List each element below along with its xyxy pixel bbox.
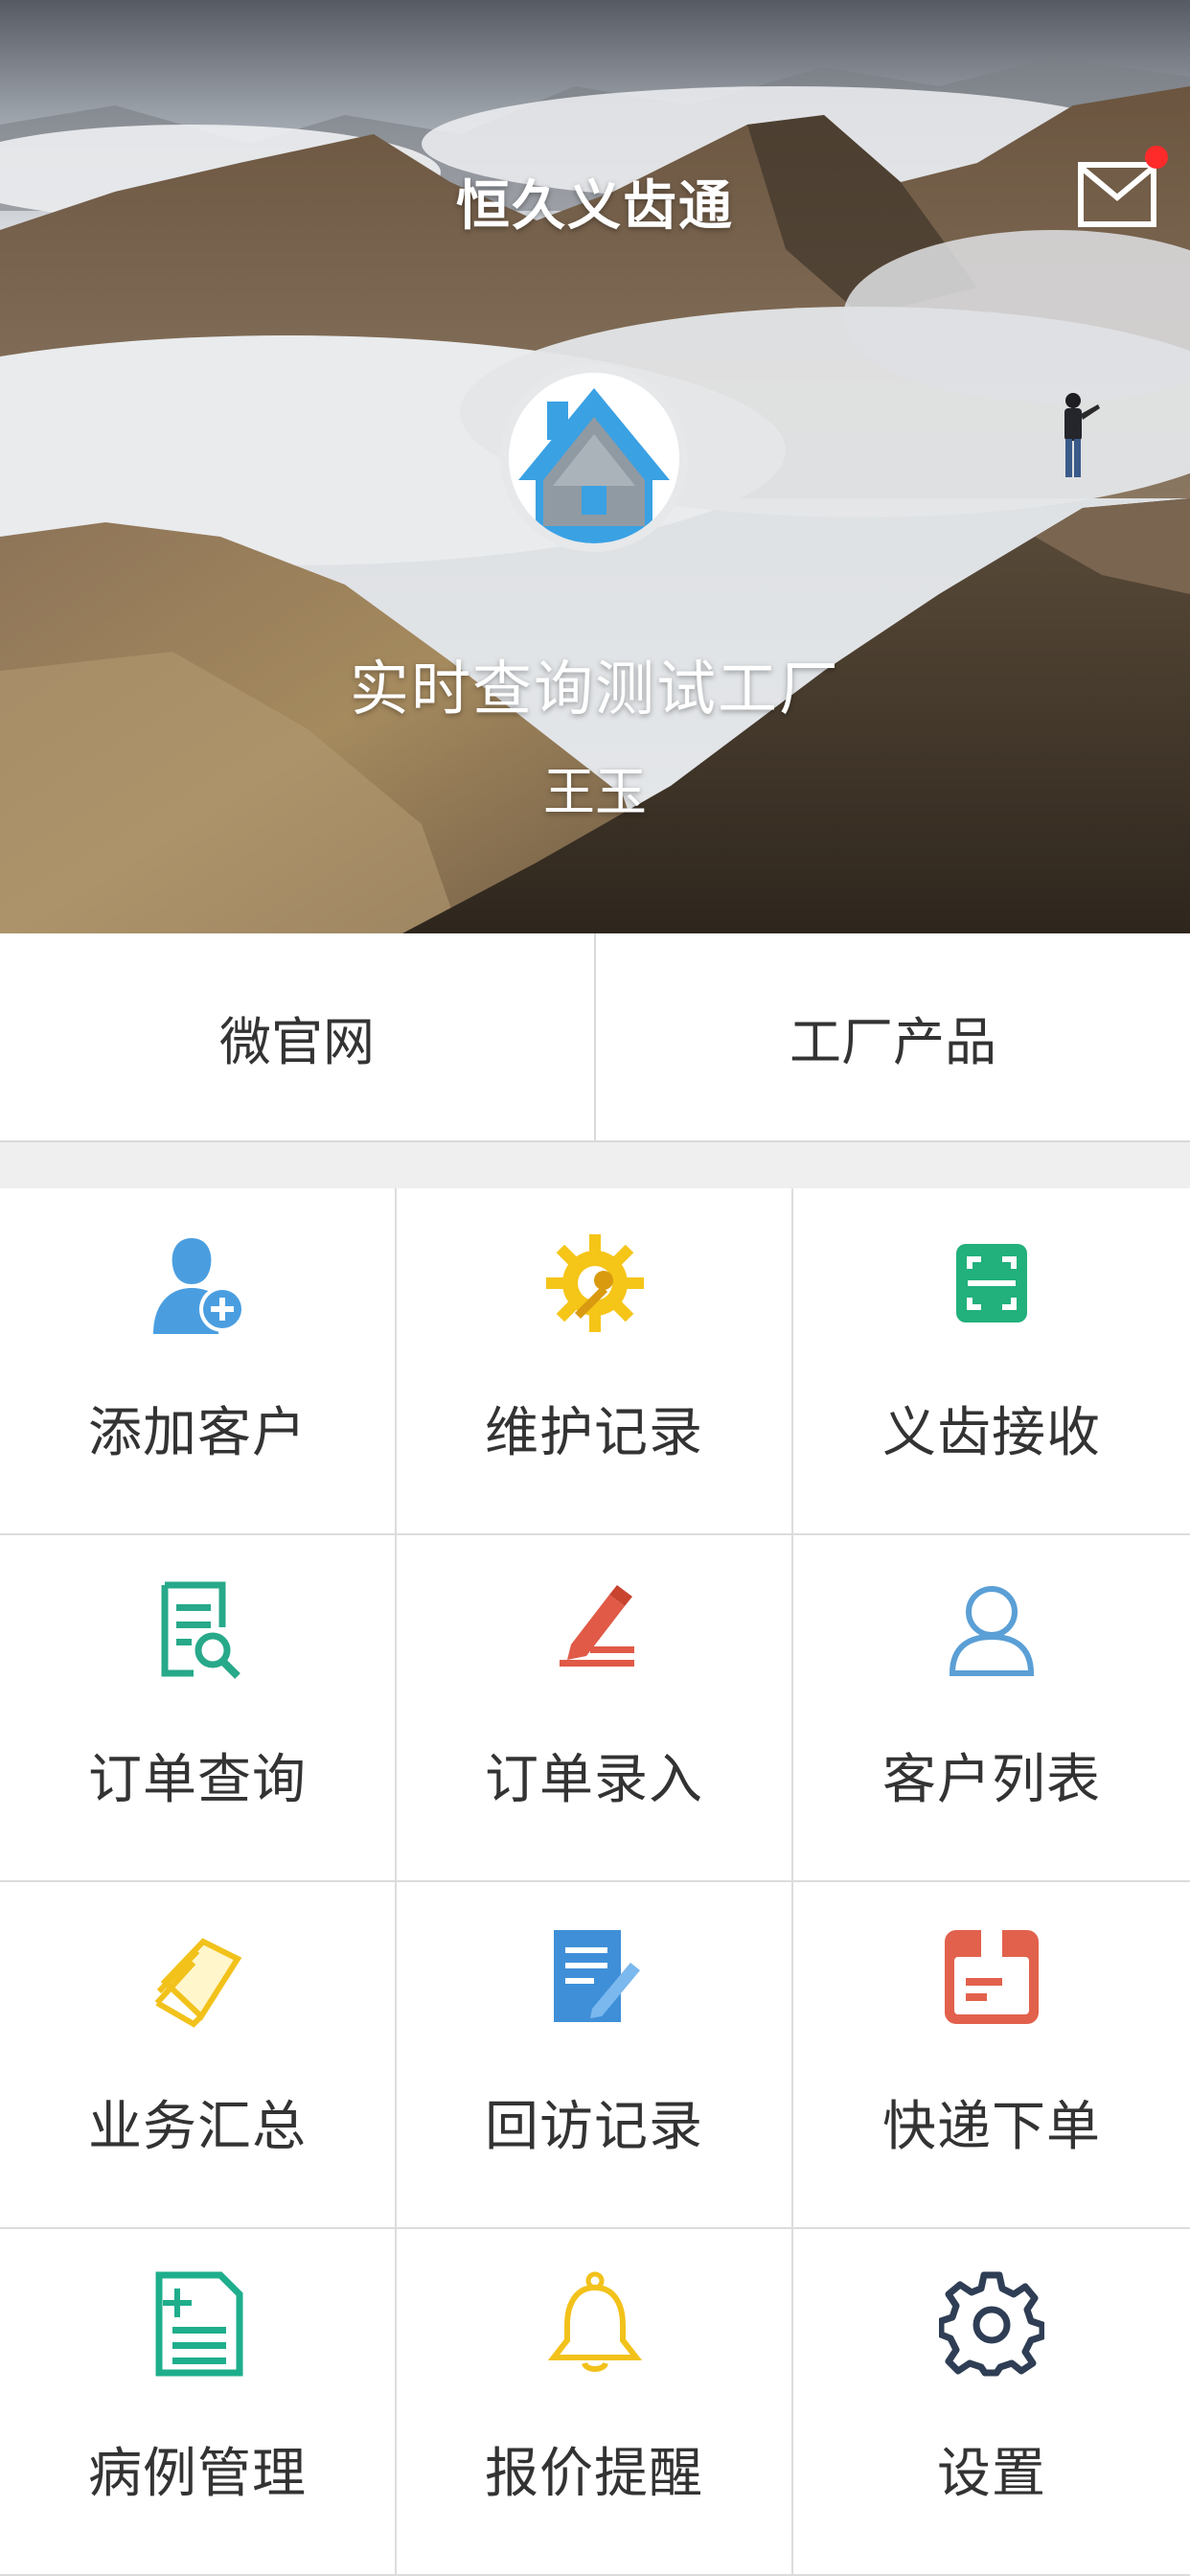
menu-item-settings[interactable]: 设置: [793, 2229, 1190, 2576]
menu-item-label: 报价提醒: [485, 2443, 703, 2505]
menu-item-denture-receive[interactable]: 义齿接收: [793, 1188, 1190, 1535]
menu-item-maintenance-records[interactable]: 维护记录: [397, 1188, 793, 1535]
stack-papers-icon: [154, 1938, 242, 2028]
notepad-pen-icon: [554, 1930, 640, 2022]
factory-avatar[interactable]: [500, 364, 688, 552]
menu-item-label: 快递下单: [882, 2096, 1101, 2158]
factory-name: 实时查询测试工厂: [349, 654, 840, 724]
menu-item-label: 义齿接收: [882, 1402, 1101, 1464]
menu-item-label: 添加客户: [88, 1402, 307, 1464]
menu-item-order-entry[interactable]: 订单录入: [397, 1535, 793, 1882]
menu-item-order-query[interactable]: 订单查询: [0, 1535, 397, 1882]
menu-item-express-order[interactable]: 快递下单: [793, 1882, 1190, 2229]
menu-item-quote-reminder[interactable]: 报价提醒: [397, 2229, 793, 2576]
mail-button[interactable]: [1077, 159, 1159, 232]
bell-icon: [547, 2271, 643, 2372]
clipboard-plus-icon: [155, 2271, 243, 2377]
scan-icon: [956, 1244, 1027, 1322]
quick-links: 微官网 工厂产品: [0, 933, 1190, 1142]
mail-icon: [1078, 162, 1156, 227]
unread-badge: [1145, 146, 1168, 169]
menu-item-follow-up-records[interactable]: 回访记录: [397, 1882, 793, 2229]
menu-item-label: 设置: [937, 2443, 1046, 2505]
menu-item-label: 业务汇总: [88, 2096, 307, 2158]
menu-item-customer-list[interactable]: 客户列表: [793, 1535, 1190, 1882]
function-menu-grid: 添加客户 维护记录 义齿接收 订单查询 订单录入 客户列表 业务汇总 回访记录 …: [0, 1188, 1190, 2576]
menu-item-label: 订单查询: [88, 1749, 307, 1811]
menu-item-label: 客户列表: [882, 1749, 1101, 1811]
package-icon: [945, 1930, 1039, 2024]
house-icon: [509, 373, 679, 543]
user-name: 王玉: [543, 762, 647, 822]
menu-item-label: 维护记录: [485, 1402, 703, 1464]
gear-wrench-icon: [546, 1234, 644, 1332]
menu-item-add-customer[interactable]: 添加客户: [0, 1188, 397, 1535]
menu-item-label: 病例管理: [88, 2443, 307, 2505]
profile-header: 恒久义齿通 实时查询测试工厂 王玉: [0, 0, 1190, 933]
micro-website-link[interactable]: 微官网: [0, 933, 594, 1140]
add-user-icon: [153, 1238, 245, 1334]
document-search-icon: [161, 1581, 240, 1679]
factory-products-link[interactable]: 工厂产品: [594, 933, 1190, 1140]
user-icon: [949, 1586, 1035, 1676]
settings-icon: [939, 2271, 1044, 2377]
menu-item-label: 回访记录: [485, 2096, 703, 2158]
menu-item-case-management[interactable]: 病例管理: [0, 2229, 397, 2576]
menu-item-label: 订单录入: [485, 1749, 703, 1811]
menu-item-business-summary[interactable]: 业务汇总: [0, 1882, 397, 2229]
app-title: 恒久义齿通: [456, 175, 734, 238]
pencil-entry-icon: [560, 1585, 634, 1667]
